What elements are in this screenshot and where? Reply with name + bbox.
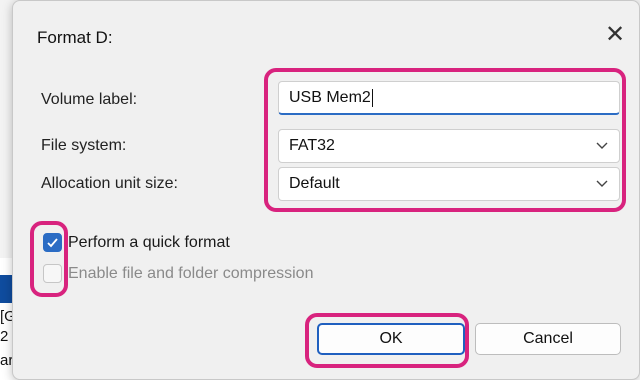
volume-label-value: USB Mem2 xyxy=(289,88,371,106)
dialog-title: Format D: xyxy=(37,28,113,47)
volume-label-input[interactable]: USB Mem2 xyxy=(278,81,620,115)
file-system-select[interactable]: FAT32 xyxy=(278,129,620,163)
text-caret xyxy=(371,88,373,107)
quick-format-label: Perform a quick format xyxy=(68,233,230,251)
background-text-fragment: 2 xyxy=(0,328,9,345)
ok-button[interactable]: OK xyxy=(317,323,465,355)
volume-label-label: Volume label: xyxy=(41,91,138,108)
compression-label: Enable file and folder compression xyxy=(68,264,314,282)
format-dialog: Format D: ✕ Volume label: USB Mem2 File … xyxy=(12,0,640,380)
allocation-unit-size-label: Allocation unit size: xyxy=(41,175,178,192)
dialog-titlebar: Format D: ✕ xyxy=(13,1,639,57)
file-system-value: FAT32 xyxy=(289,137,335,154)
close-icon: ✕ xyxy=(604,20,626,48)
quick-format-checkbox[interactable] xyxy=(43,233,62,252)
allocation-unit-size-select[interactable]: Default xyxy=(278,167,620,201)
compression-checkbox[interactable] xyxy=(43,264,62,283)
file-system-label: File system: xyxy=(41,137,127,154)
checkmark-icon xyxy=(47,238,58,248)
chevron-down-icon xyxy=(595,168,609,200)
allocation-unit-size-value: Default xyxy=(289,175,340,192)
close-button[interactable]: ✕ xyxy=(599,19,631,49)
cancel-button[interactable]: Cancel xyxy=(475,323,621,355)
chevron-down-icon xyxy=(595,130,609,162)
quick-format-checkbox-row[interactable]: Perform a quick format xyxy=(43,233,230,252)
compression-checkbox-row[interactable]: Enable file and folder compression xyxy=(43,264,313,283)
